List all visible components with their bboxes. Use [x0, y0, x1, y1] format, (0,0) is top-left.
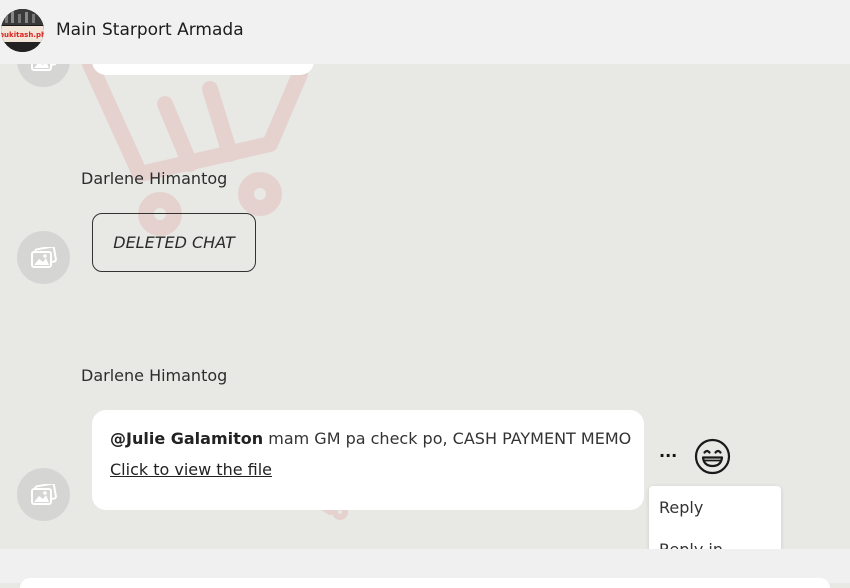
chat-message-area[interactable]: Darlene Himantog DELETED CHAT Darlene Hi…	[0, 64, 850, 549]
message-context-menu: Reply Reply in	[649, 486, 781, 549]
more-options-button[interactable]: ...	[659, 444, 677, 460]
sender-name: Darlene Himantog	[81, 169, 228, 188]
previous-message-bubble	[92, 64, 314, 75]
menu-item-reply[interactable]: Reply	[659, 498, 703, 517]
group-title: Main Starport Armada	[56, 20, 244, 40]
image-placeholder-icon	[30, 246, 57, 268]
menu-item-reply-in[interactable]: Reply in	[659, 540, 723, 549]
user-mention[interactable]: @Julie Galamiton	[110, 429, 263, 448]
chat-footer	[0, 549, 850, 588]
group-logo-text: bukitash.ph	[1, 31, 44, 39]
sender-avatar[interactable]	[17, 468, 70, 521]
group-avatar[interactable]: bukitash.ph	[1, 9, 44, 52]
deleted-message-text: DELETED CHAT	[113, 233, 235, 252]
sender-avatar[interactable]	[17, 231, 70, 284]
sender-name: Darlene Himantog	[81, 366, 228, 385]
message-body: mam GM pa check po, CASH PAYMENT MEMO	[263, 429, 632, 448]
view-file-link[interactable]: Click to view the file	[110, 460, 272, 479]
message-text: @Julie Galamiton mam GM pa check po, CAS…	[110, 429, 631, 448]
sender-avatar[interactable]	[17, 64, 70, 87]
deleted-message-bubble[interactable]: DELETED CHAT	[92, 213, 256, 272]
group-logo-icon: bukitash.ph	[1, 9, 44, 52]
message-input-edge[interactable]	[20, 578, 830, 588]
grinning-face-icon[interactable]	[694, 438, 731, 475]
chat-header: bukitash.ph Main Starport Armada	[0, 0, 850, 64]
message-bubble[interactable]: @Julie Galamiton mam GM pa check po, CAS…	[92, 410, 644, 510]
image-placeholder-icon	[30, 483, 57, 505]
image-placeholder-icon	[30, 64, 57, 71]
